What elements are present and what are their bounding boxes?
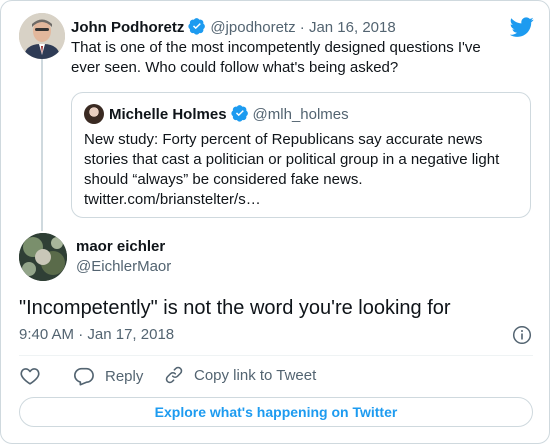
- reply-label: Reply: [105, 367, 144, 385]
- heart-icon: [20, 368, 40, 385]
- reply-icon: [74, 367, 94, 386]
- twitter-bird-icon[interactable]: [510, 15, 534, 39]
- copy-link-label: Copy link to Tweet: [194, 366, 317, 384]
- parent-tweet-text: That is one of the most incompetently de…: [71, 39, 481, 76]
- separator-dot: ·: [299, 19, 305, 36]
- avatar-maor-eichler[interactable]: [19, 233, 67, 281]
- quoted-author-name: Michelle Holmes: [109, 106, 227, 123]
- tweet-date: Jan 17, 2018: [87, 326, 175, 343]
- like-button[interactable]: [19, 365, 41, 387]
- quoted-tweet-header: Michelle Holmes @mlh_holmes: [84, 104, 349, 125]
- avatar-michelle-holmes: [84, 104, 104, 124]
- parent-author-name[interactable]: John Podhoretz: [71, 19, 184, 36]
- main-author-name[interactable]: maor eichler: [76, 237, 165, 257]
- link-icon: [165, 366, 183, 384]
- tweet-time: 9:40 AM: [19, 326, 75, 343]
- avatar-john-podhoretz[interactable]: [19, 13, 65, 59]
- verified-badge-icon: [230, 105, 248, 122]
- separator-dot: ·: [78, 326, 84, 343]
- tweet-embed-card: John Podhoretz @jpodhoretz · Jan 16, 2018…: [0, 0, 550, 444]
- main-tweet-timestamp[interactable]: 9:40 AM · Jan 17, 2018: [19, 325, 174, 345]
- reply-button[interactable]: Reply: [73, 365, 143, 387]
- info-icon[interactable]: [512, 325, 532, 345]
- explore-twitter-button[interactable]: Explore what's happening on Twitter: [19, 397, 533, 427]
- main-author-handle[interactable]: @EichlerMaor: [76, 257, 171, 277]
- main-tweet-text: "Incompetently" is not the word you're l…: [19, 297, 451, 319]
- parent-tweet-header: John Podhoretz @jpodhoretz · Jan 16, 2018: [71, 17, 396, 38]
- quoted-author-handle: @mlh_holmes: [252, 106, 349, 123]
- parent-author-handle[interactable]: @jpodhoretz: [210, 19, 295, 36]
- divider: [19, 355, 533, 356]
- verified-badge-icon: [188, 18, 206, 35]
- thread-connector-line: [41, 59, 43, 231]
- parent-tweet-date[interactable]: Jan 16, 2018: [309, 19, 396, 36]
- quoted-tweet[interactable]: Michelle Holmes @mlh_holmes New study: Fo…: [71, 92, 531, 218]
- quoted-tweet-text: New study: Forty percent of Republicans …: [84, 131, 500, 208]
- copy-link-button[interactable]: Copy link to Tweet: [164, 365, 316, 385]
